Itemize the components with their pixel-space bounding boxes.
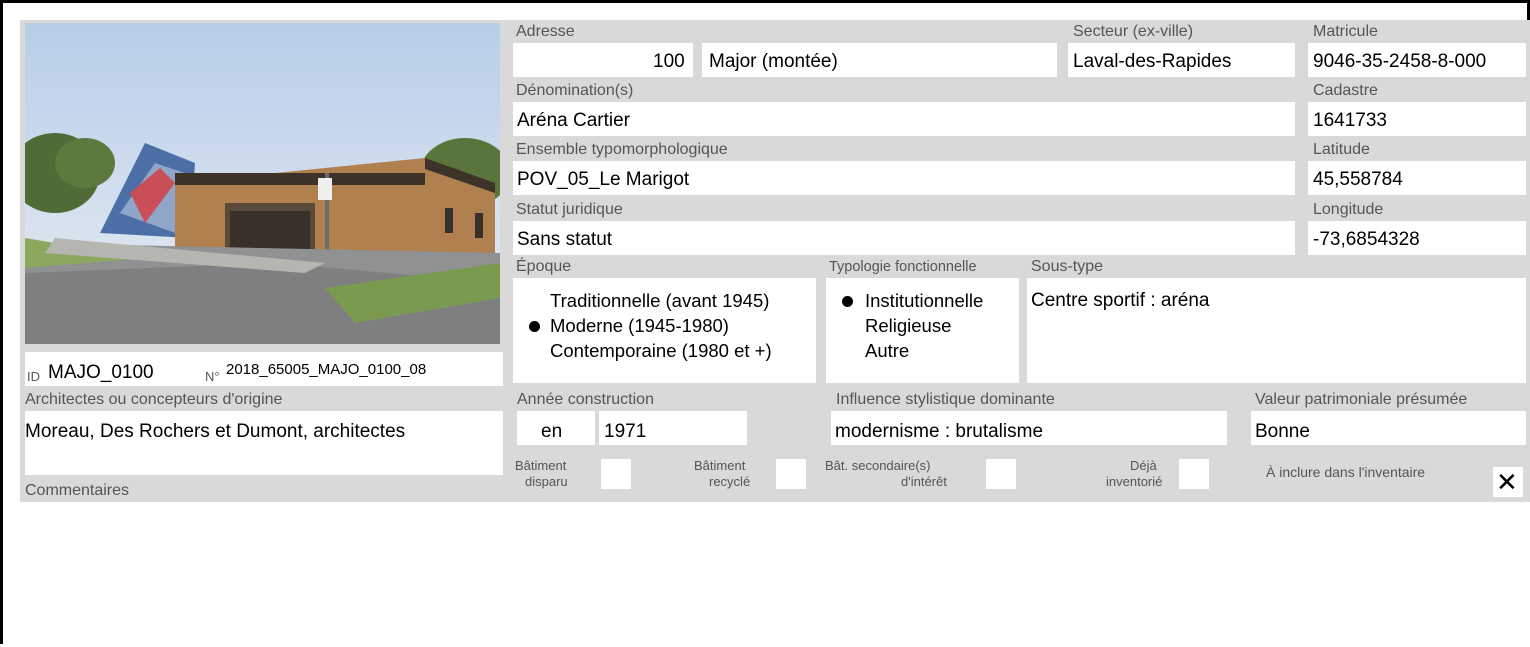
secondaire-label-line1: Bât. secondaire(s) (825, 458, 931, 473)
soustype-label: Sous-type (1031, 258, 1104, 275)
heritage-record-form: ID MAJO_0100 N° 2018_65005_MAJO_0100_08 … (0, 0, 1530, 647)
disparu-label-line2: disparu (525, 474, 568, 489)
influence-label: Influence stylistique dominante (836, 391, 1055, 408)
recycle-label-line2: recyclé (709, 474, 751, 489)
statut-value: Sans statut (517, 229, 613, 250)
disparu-label-line1: Bâtiment (515, 458, 567, 473)
id-value[interactable]: MAJO_0100 (48, 362, 154, 384)
typologie-selected-bullet (842, 296, 853, 307)
commentaires-label: Commentaires (25, 482, 130, 499)
disparu-checkbox[interactable] (601, 459, 631, 489)
epoque-selected-bullet (529, 321, 540, 332)
no-label: N° (205, 369, 220, 384)
checked-x-icon: ✕ (1496, 467, 1518, 497)
inclure-checkbox[interactable]: ✕ (1493, 467, 1523, 497)
epoque-option-traditionnelle[interactable]: Traditionnelle (avant 1945) (550, 290, 769, 312)
secondaire-checkbox[interactable] (986, 459, 1016, 489)
matricule-label: Matricule (1313, 23, 1378, 40)
denomination-label: Dénomination(s) (516, 82, 634, 99)
inventorie-label-line1: Déjà (1130, 458, 1157, 473)
influence-value: modernisme : brutalisme (835, 421, 1044, 442)
latitude-label: Latitude (1313, 141, 1370, 158)
statut-label: Statut juridique (516, 201, 623, 218)
longitude-value: -73,6854328 (1313, 229, 1420, 250)
ensemble-label: Ensemble typomorphologique (516, 141, 728, 158)
annee-prefix: en (541, 421, 563, 442)
cadastre-value: 1641733 (1313, 110, 1387, 131)
epoque-option-contemporaine[interactable]: Contemporaine (1980 et +) (550, 340, 772, 362)
typologie-label: Typologie fonctionnelle (829, 259, 977, 275)
annee-value: 1971 (604, 421, 647, 442)
matricule-value: 9046-35-2458-8-000 (1313, 51, 1487, 72)
commentaires-field[interactable] (25, 502, 1530, 647)
typologie-option-institutionnelle[interactable]: Institutionnelle (865, 290, 983, 312)
epoque-option-moderne[interactable]: Moderne (1945-1980) (550, 315, 729, 337)
building-photo-image (25, 23, 500, 344)
statut-field[interactable] (513, 221, 1295, 255)
inventorie-label-line2: inventorié (1106, 474, 1163, 489)
ensemble-value: POV_05_Le Marigot (517, 169, 690, 190)
secteur-label: Secteur (ex-ville) (1073, 23, 1194, 40)
inclure-label: À inclure dans l'inventaire (1266, 464, 1426, 480)
annee-label: Année construction (517, 391, 654, 408)
typologie-option-religieuse[interactable]: Religieuse (865, 315, 951, 337)
adresse-label: Adresse (516, 23, 575, 40)
latitude-value: 45,558784 (1313, 169, 1403, 190)
soustype-value: Centre sportif : aréna (1031, 290, 1210, 311)
denomination-field[interactable] (513, 102, 1295, 136)
adresse-street: Major (montée) (709, 51, 838, 72)
building-photo (25, 23, 500, 344)
typologie-option-autre[interactable]: Autre (865, 340, 909, 362)
recycle-checkbox[interactable] (776, 459, 806, 489)
id-label: ID (27, 369, 40, 384)
longitude-label: Longitude (1313, 201, 1384, 218)
architectes-value: Moreau, Des Rochers et Dumont, architect… (25, 421, 406, 442)
architectes-label: Architectes ou concepteurs d'origine (25, 391, 283, 408)
epoque-label: Époque (516, 258, 572, 275)
denomination-value: Aréna Cartier (517, 110, 630, 131)
inventorie-checkbox[interactable] (1179, 459, 1209, 489)
recycle-label-line1: Bâtiment (694, 458, 746, 473)
valeur-label: Valeur patrimoniale présumée (1255, 391, 1468, 408)
adresse-number: 100 (653, 51, 685, 72)
cadastre-label: Cadastre (1313, 82, 1378, 99)
secteur-value: Laval-des-Rapides (1073, 51, 1232, 72)
no-value[interactable]: 2018_65005_MAJO_0100_08 (226, 359, 426, 381)
valeur-value: Bonne (1255, 421, 1310, 442)
secondaire-label-line2: d'intérêt (901, 474, 947, 489)
